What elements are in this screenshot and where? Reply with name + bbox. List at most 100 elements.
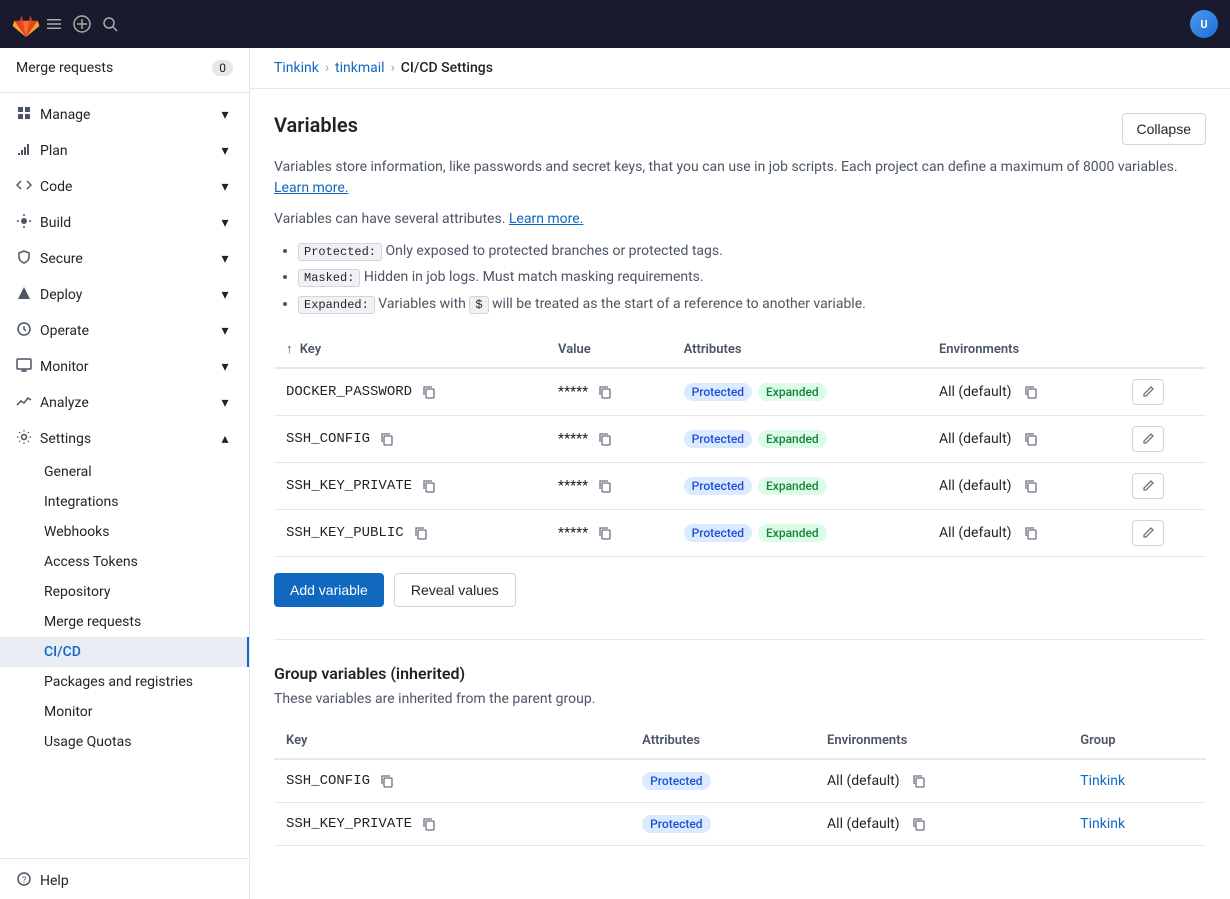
sidebar-item-code[interactable]: Code ▾ [0, 169, 249, 205]
copy-value-icon[interactable] [594, 381, 616, 403]
copy-value-icon[interactable] [594, 428, 616, 450]
sidebar-item-settings[interactable]: Settings ▴ [0, 421, 249, 457]
copy-value-icon[interactable] [594, 475, 616, 497]
sidebar-item-access-tokens[interactable]: Access Tokens [0, 547, 249, 577]
avatar[interactable]: U [1190, 10, 1218, 38]
sidebar-item-cicd[interactable]: CI/CD [0, 637, 249, 667]
main-content: Tinkink › tinkmail › CI/CD Settings Vari… [250, 48, 1230, 899]
edit-variable-button[interactable] [1132, 379, 1164, 405]
attr-protected: Protected: Only exposed to protected bra… [298, 240, 1206, 262]
breadcrumb-current: CI/CD Settings [401, 60, 493, 76]
copy-env-icon[interactable] [1020, 475, 1042, 497]
group-variables-desc: These variables are inherited from the p… [274, 691, 1206, 707]
variables-desc2: Variables can have several attributes. L… [274, 209, 1206, 230]
group-col-attributes: Attributes [630, 723, 815, 759]
sidebar-item-deploy[interactable]: Deploy ▾ [0, 277, 249, 313]
create-new-icon[interactable] [72, 14, 92, 34]
sidebar-item-manage[interactable]: Manage ▾ [0, 97, 249, 133]
copy-key-icon[interactable] [418, 475, 440, 497]
variables-desc1: Variables store information, like passwo… [274, 157, 1206, 199]
sidebar-item-integrations[interactable]: Integrations [0, 487, 249, 517]
badge-protected: Protected [684, 430, 752, 448]
badge-expanded: Expanded [758, 383, 827, 401]
edit-variable-button[interactable] [1132, 426, 1164, 452]
sidebar-item-build[interactable]: Build ▾ [0, 205, 249, 241]
copy-env-icon[interactable] [908, 813, 930, 835]
variable-attributes: ProtectedExpanded [672, 368, 927, 416]
variable-actions [1120, 510, 1206, 557]
breadcrumb-org[interactable]: Tinkink [274, 60, 319, 76]
copy-key-icon[interactable] [376, 770, 398, 792]
sidebar-item-operate[interactable]: Operate ▾ [0, 313, 249, 349]
copy-value-icon[interactable] [594, 522, 616, 544]
sidebar: Merge requests 0 Manage ▾ Plan ▾ Co [0, 48, 250, 899]
sidebar-item-webhooks[interactable]: Webhooks [0, 517, 249, 547]
operate-icon [16, 321, 32, 341]
sidebar-item-plan[interactable]: Plan ▾ [0, 133, 249, 169]
group-link[interactable]: Tinkink [1080, 816, 1125, 832]
group-link[interactable]: Tinkink [1080, 773, 1125, 789]
variable-value: ***** [546, 463, 672, 510]
chevron-down-icon: ▾ [217, 251, 233, 267]
collapse-button[interactable]: Collapse [1122, 113, 1206, 145]
gitlab-logo[interactable] [12, 12, 36, 36]
copy-key-icon[interactable] [410, 522, 432, 544]
attr-expanded: Expanded: Variables with $ will be treat… [298, 293, 1206, 315]
group-variable-environment: All (default) [815, 759, 1068, 803]
search-icon[interactable] [100, 14, 120, 34]
variable-value: ***** [546, 510, 672, 557]
breadcrumb-repo[interactable]: tinkmail [335, 60, 385, 76]
add-variable-button[interactable]: Add variable [274, 573, 384, 607]
copy-key-icon[interactable] [418, 381, 440, 403]
copy-key-icon[interactable] [418, 813, 440, 835]
learn-more-link-2[interactable]: Learn more. [509, 211, 584, 227]
badge-protected: Protected [684, 477, 752, 495]
variables-section-header: Variables Collapse [274, 113, 1206, 145]
sidebar-item-repository[interactable]: Repository [0, 577, 249, 607]
sidebar-item-merge-requests[interactable]: Merge requests 0 [0, 52, 249, 84]
edit-variable-button[interactable] [1132, 520, 1164, 546]
copy-env-icon[interactable] [1020, 428, 1042, 450]
sidebar-item-merge-requests-settings[interactable]: Merge requests [0, 607, 249, 637]
breadcrumb-sep-1: › [325, 60, 329, 76]
copy-key-icon[interactable] [376, 428, 398, 450]
sidebar-item-analyze[interactable]: Analyze ▾ [0, 385, 249, 421]
attributes-list: Protected: Only exposed to protected bra… [274, 240, 1206, 315]
toggle-sidebar-icon[interactable] [44, 14, 64, 34]
badge-expanded: Expanded [758, 430, 827, 448]
sidebar-item-general[interactable]: General [0, 457, 249, 487]
sidebar-item-secure[interactable]: Secure ▾ [0, 241, 249, 277]
group-variable-group: Tinkink [1068, 759, 1206, 803]
analyze-icon [16, 393, 32, 413]
group-variable-environment: All (default) [815, 803, 1068, 846]
sort-icon: ↑ [286, 341, 293, 357]
group-variables-section: Group variables (inherited) These variab… [274, 639, 1206, 846]
chevron-down-icon: ▾ [217, 287, 233, 303]
app-body: Merge requests 0 Manage ▾ Plan ▾ Co [0, 48, 1230, 899]
copy-env-icon[interactable] [1020, 522, 1042, 544]
variable-actions: Add variable Reveal values [274, 573, 1206, 607]
reveal-values-button[interactable]: Reveal values [394, 573, 516, 607]
edit-variable-button[interactable] [1132, 473, 1164, 499]
breadcrumb-sep-2: › [391, 60, 395, 76]
chevron-down-icon: ▾ [217, 323, 233, 339]
sidebar-item-usage-quotas[interactable]: Usage Quotas [0, 727, 249, 757]
breadcrumb: Tinkink › tinkmail › CI/CD Settings [250, 48, 1230, 89]
table-row: SSH_KEY_PUBLIC ***** ProtectedExpanded A… [274, 510, 1206, 557]
learn-more-link-1[interactable]: Learn more. [274, 180, 349, 196]
copy-env-icon[interactable] [1020, 381, 1042, 403]
sidebar-item-help[interactable]: ? Help [0, 863, 249, 899]
copy-env-icon[interactable] [908, 770, 930, 792]
sidebar-item-packages-registries[interactable]: Packages and registries [0, 667, 249, 697]
secure-icon [16, 249, 32, 269]
settings-icon [16, 429, 32, 449]
col-actions [1120, 331, 1206, 368]
sidebar-item-monitor-settings[interactable]: Monitor [0, 697, 249, 727]
group-variable-group: Tinkink [1068, 803, 1206, 846]
svg-text:?: ? [22, 876, 26, 886]
variable-environment: All (default) [927, 416, 1120, 463]
col-value: Value [546, 331, 672, 368]
sidebar-item-monitor[interactable]: Monitor ▾ [0, 349, 249, 385]
group-col-environments: Environments [815, 723, 1068, 759]
topbar: U [0, 0, 1230, 48]
